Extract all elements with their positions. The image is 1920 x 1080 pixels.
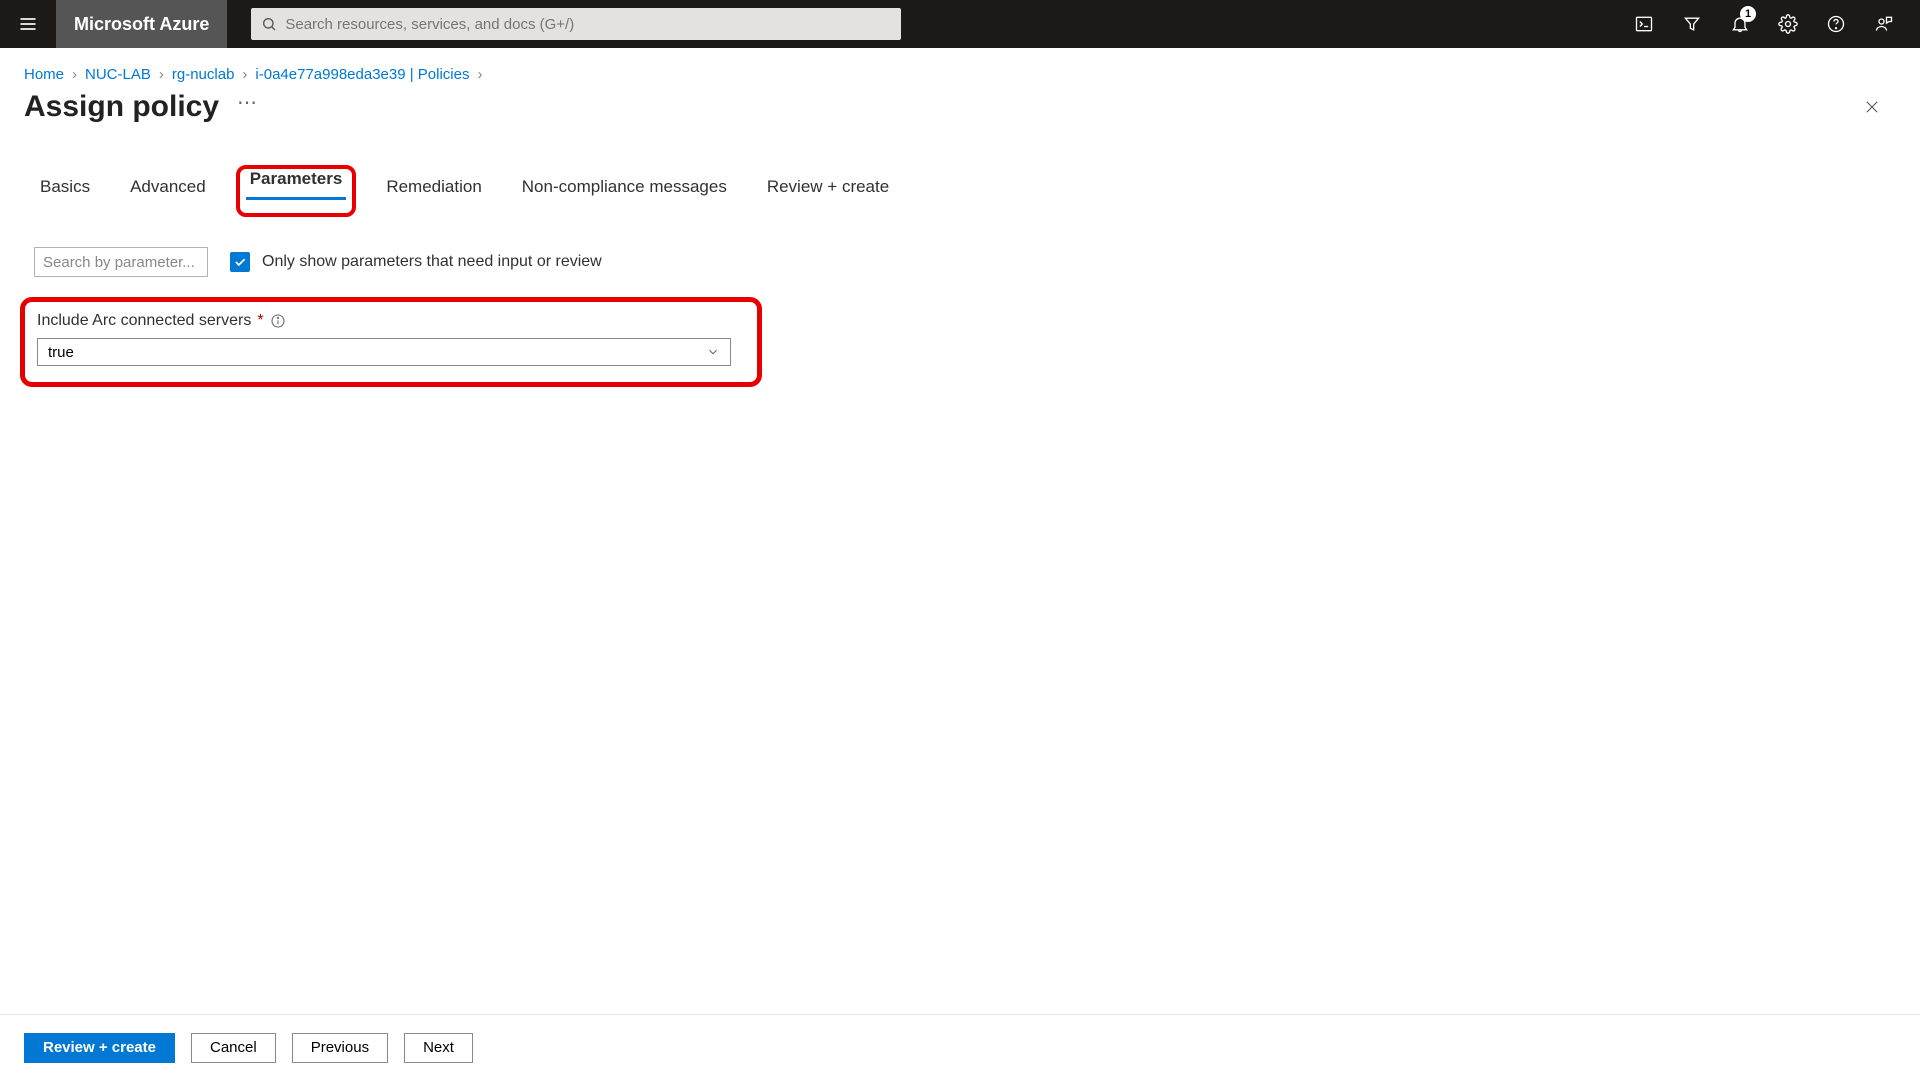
breadcrumb-item-policies[interactable]: i-0a4e77a998eda3e39 | Policies [255, 66, 469, 83]
chevron-right-icon: › [159, 66, 164, 83]
parameter-area: Include Arc connected servers * true [20, 297, 1896, 387]
brand[interactable]: Microsoft Azure [56, 0, 227, 48]
only-needed-label: Only show parameters that need input or … [262, 253, 602, 271]
brand-text: Microsoft Azure [74, 14, 209, 35]
cloud-shell-button[interactable] [1620, 0, 1668, 48]
filter-button[interactable] [1668, 0, 1716, 48]
parameter-label-row: Include Arc connected servers * [37, 312, 741, 330]
tab-advanced[interactable]: Advanced [124, 171, 212, 211]
parameter-search-input[interactable]: Search by parameter... [34, 247, 208, 277]
footer: Review + create Cancel Previous Next [0, 1014, 1920, 1080]
parameter-label: Include Arc connected servers [37, 312, 251, 330]
notification-badge: 1 [1740, 6, 1756, 22]
filter-row: Search by parameter... Only show paramet… [0, 211, 1920, 277]
top-bar: Microsoft Azure 1 [0, 0, 1920, 48]
top-icons: 1 [1620, 0, 1920, 48]
search-icon [261, 16, 277, 32]
tab-noncompliance[interactable]: Non-compliance messages [516, 171, 733, 211]
hamburger-icon [18, 14, 38, 34]
gear-icon [1778, 14, 1798, 34]
chevron-right-icon: › [242, 66, 247, 83]
title-row: Assign policy ⋯ [0, 83, 1920, 125]
only-needed-checkbox-wrap: Only show parameters that need input or … [230, 252, 602, 272]
review-create-button[interactable]: Review + create [24, 1033, 175, 1063]
parameter-value: true [48, 344, 74, 361]
person-feedback-icon [1874, 14, 1894, 34]
breadcrumb-item-home[interactable]: Home [24, 66, 64, 83]
check-icon [233, 255, 247, 269]
breadcrumb: Home › NUC-LAB › rg-nuclab › i-0a4e77a99… [0, 48, 1920, 83]
previous-button[interactable]: Previous [292, 1033, 388, 1063]
parameter-select[interactable]: true [37, 338, 731, 366]
search-input[interactable] [285, 16, 891, 33]
more-button[interactable]: ⋯ [237, 93, 259, 113]
tabs: Basics Advanced Parameters Remediation N… [0, 125, 1920, 211]
breadcrumb-item-nuclab[interactable]: NUC-LAB [85, 66, 151, 83]
tab-basics[interactable]: Basics [34, 171, 96, 211]
cancel-button[interactable]: Cancel [191, 1033, 276, 1063]
tab-review-create[interactable]: Review + create [761, 171, 895, 211]
notifications-button[interactable]: 1 [1716, 0, 1764, 48]
parameter-search-placeholder: Search by parameter... [43, 254, 195, 271]
breadcrumb-item-rg[interactable]: rg-nuclab [172, 66, 235, 83]
cloud-shell-icon [1634, 14, 1654, 34]
info-icon[interactable] [270, 313, 286, 329]
highlight-parameter: Include Arc connected servers * true [20, 297, 762, 387]
chevron-right-icon: › [478, 66, 483, 83]
page-title: Assign policy [24, 90, 219, 124]
tab-remediation[interactable]: Remediation [380, 171, 487, 211]
menu-button[interactable] [0, 0, 56, 48]
required-star: * [257, 312, 263, 330]
global-search [251, 8, 901, 40]
chevron-right-icon: › [72, 66, 77, 83]
close-icon [1863, 98, 1881, 116]
help-button[interactable] [1812, 0, 1860, 48]
chevron-down-icon [706, 345, 720, 359]
only-needed-checkbox[interactable] [230, 252, 250, 272]
settings-button[interactable] [1764, 0, 1812, 48]
close-button[interactable] [1854, 89, 1890, 125]
next-button[interactable]: Next [404, 1033, 473, 1063]
tab-parameters[interactable]: Parameters [244, 163, 349, 202]
filter-icon [1682, 14, 1702, 34]
highlight-parameters: Parameters [236, 165, 357, 217]
search-box[interactable] [251, 8, 901, 40]
help-icon [1826, 14, 1846, 34]
feedback-button[interactable] [1860, 0, 1908, 48]
